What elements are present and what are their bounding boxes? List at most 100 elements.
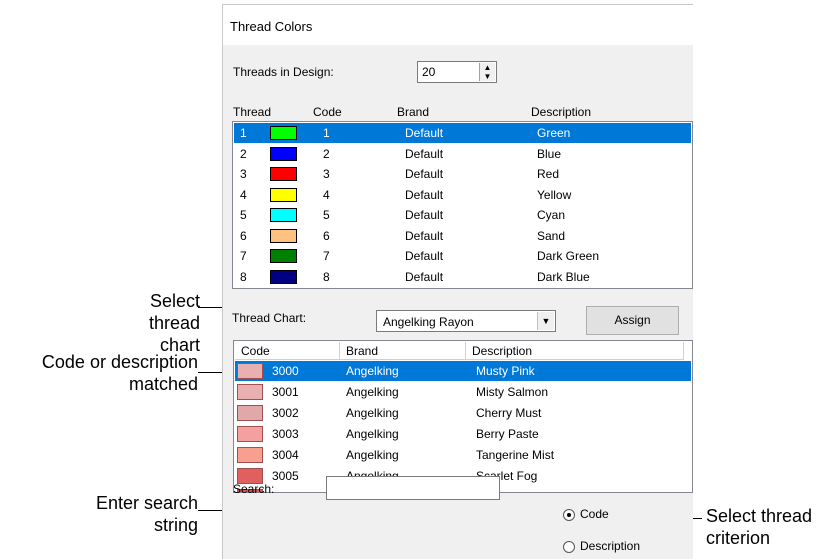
thread-description: Sand	[537, 228, 566, 243]
thread-code: 6	[323, 228, 330, 243]
callout-enter-search: Enter search string	[60, 492, 198, 536]
col-header-brand[interactable]: Brand	[340, 342, 466, 360]
col-header-code: Code	[313, 105, 342, 119]
thread-colors-dialog: Thread Colors Threads in Design: 20 ▲ ▼ T…	[222, 4, 693, 559]
thread-code: 3004	[272, 448, 299, 462]
thread-number: 2	[240, 146, 247, 161]
criterion-code-label: Code	[580, 507, 609, 521]
design-thread-row[interactable]: 2 2 Default Blue	[234, 144, 691, 164]
color-swatch	[270, 187, 297, 202]
thread-description: Red	[537, 167, 560, 181]
callout-line: Select	[149, 291, 200, 311]
threads-in-design-stepper[interactable]: 20 ▲ ▼	[417, 61, 497, 83]
thread-description: Berry Paste	[476, 427, 539, 441]
thread-code: 3005	[272, 469, 299, 483]
thread-number: 4	[240, 187, 247, 202]
color-swatch	[237, 426, 263, 442]
thread-brand: Angelking	[346, 406, 399, 420]
thread-description: Cherry Must	[476, 406, 542, 420]
color-swatch	[237, 363, 263, 379]
callout-line: criterion	[706, 528, 771, 548]
thread-number: 5	[240, 208, 247, 222]
callout-line: string	[153, 515, 198, 535]
col-header-code[interactable]: Code	[235, 342, 340, 360]
thread-code: 7	[323, 249, 330, 263]
thread-description: Blue	[537, 146, 562, 161]
thread-code: 8	[323, 269, 330, 284]
color-swatch	[270, 208, 297, 222]
thread-brand: Default	[405, 208, 444, 222]
chart-thread-row[interactable]: 3003 Angelking Berry Paste	[235, 424, 691, 444]
callout-line: matched	[128, 374, 198, 394]
thread-brand: Default	[405, 269, 444, 284]
color-swatch	[270, 126, 297, 140]
design-thread-row[interactable]: 5 5 Default Cyan	[234, 205, 691, 225]
radio-dot	[567, 513, 571, 517]
callout-select-criterion: Select thread criterion	[706, 505, 834, 549]
callout-line: Enter search	[95, 493, 198, 513]
search-input[interactable]	[326, 476, 500, 500]
thread-code: 4	[323, 187, 330, 202]
threads-in-design-label: Threads in Design:	[233, 65, 334, 79]
thread-brand: Default	[405, 187, 444, 202]
callout-line: Code or description	[41, 352, 198, 372]
header-label: Description	[472, 344, 533, 358]
thread-number: 6	[240, 228, 247, 243]
thread-brand: Default	[405, 167, 444, 181]
chart-thread-row[interactable]: 3002 Angelking Cherry Must	[235, 403, 691, 423]
callout-line: Select thread	[706, 506, 813, 526]
thread-description: Musty Pink	[476, 364, 535, 378]
design-thread-row[interactable]: 4 4 Default Yellow	[234, 185, 691, 205]
chart-thread-row[interactable]: 3000 Angelking Musty Pink	[235, 361, 691, 381]
design-thread-row[interactable]: 7 7 Default Dark Green	[234, 246, 691, 266]
col-header-thread: Thread	[233, 105, 272, 119]
thread-number: 7	[240, 249, 247, 263]
criterion-code-radio[interactable]	[563, 509, 575, 521]
header-label: Code	[241, 344, 270, 358]
thread-brand: Angelking	[346, 427, 399, 441]
thread-code: 3003	[272, 427, 299, 441]
threads-in-design-value: 20	[422, 65, 436, 79]
color-swatch	[237, 384, 263, 400]
thread-code: 2	[323, 146, 330, 161]
thread-code: 3000	[272, 364, 299, 378]
stepper-arrows-icon[interactable]: ▲ ▼	[479, 63, 495, 81]
thread-brand: Angelking	[346, 448, 399, 462]
criterion-description-radio[interactable]	[563, 541, 575, 553]
thread-brand: Default	[405, 146, 444, 161]
thread-description: Misty Salmon	[476, 385, 549, 399]
design-thread-row[interactable]: 8 8 Default Dark Blue	[234, 267, 691, 287]
color-swatch	[270, 167, 297, 181]
thread-chart-label: Thread Chart:	[232, 311, 307, 325]
thread-description: Green	[537, 126, 571, 140]
color-swatch	[270, 228, 297, 243]
thread-code: 3	[323, 167, 330, 181]
color-swatch	[237, 405, 263, 421]
design-thread-row[interactable]: 6 6 Default Sand	[234, 226, 691, 246]
criterion-description-label: Description	[580, 539, 641, 553]
callout-code-matched: Code or description matched	[10, 351, 198, 395]
dialog-title: Thread Colors	[230, 19, 313, 34]
thread-number: 8	[240, 269, 247, 284]
chart-thread-row[interactable]: 3004 Angelking Tangerine Mist	[235, 445, 691, 465]
header-label: Brand	[346, 344, 379, 358]
assign-button[interactable]: Assign	[586, 306, 679, 335]
thread-number: 3	[240, 167, 247, 181]
chart-thread-list[interactable]: Code Brand Description 3000 Angelking Must…	[233, 340, 693, 493]
title-bar: Thread Colors	[223, 5, 693, 45]
callout-select-thread-chart: Select thread chart	[112, 290, 200, 356]
design-thread-row[interactable]: 3 3 Default Red	[234, 164, 691, 184]
thread-number: 1	[240, 126, 247, 140]
design-thread-list[interactable]: 1 1 Default Green 2 2 Default Blue 3 3 Default Red 4…	[232, 121, 693, 289]
chevron-down-icon[interactable]: ▼	[537, 312, 554, 330]
col-header-description[interactable]: Description	[466, 342, 684, 360]
thread-description: Dark Green	[537, 249, 600, 263]
thread-chart-select[interactable]: Angelking Rayon ▼	[376, 310, 556, 332]
thread-brand: Default	[405, 249, 444, 263]
design-thread-row[interactable]: 1 1 Default Green	[234, 123, 691, 143]
color-swatch	[270, 249, 297, 263]
chart-thread-row[interactable]: 3001 Angelking Misty Salmon	[235, 382, 691, 402]
col-header-brand: Brand	[397, 105, 430, 119]
search-label: Search:	[233, 482, 275, 496]
color-swatch	[270, 269, 297, 284]
